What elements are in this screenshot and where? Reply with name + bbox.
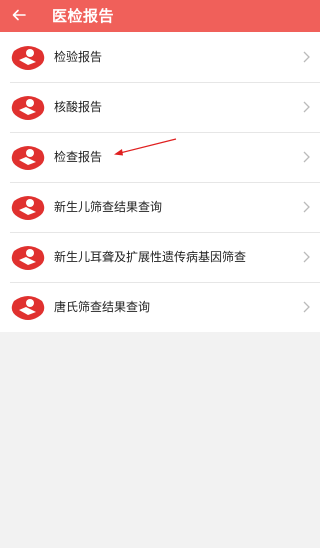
chevron-right-icon — [303, 151, 310, 163]
hospital-logo-icon — [11, 96, 45, 120]
report-list: 检验报告 核酸报告 检查报告 新生儿筛查结果查询 新生儿耳聋及扩展性遗传病基因筛… — [0, 32, 320, 332]
hospital-logo-icon — [11, 196, 45, 220]
hospital-logo-icon — [11, 46, 45, 70]
hospital-logo-icon — [11, 246, 45, 270]
chevron-right-icon — [303, 51, 310, 63]
chevron-right-icon — [303, 301, 310, 313]
page-title: 医检报告 — [52, 7, 115, 25]
list-item-exam-report[interactable]: 检查报告 — [0, 132, 320, 182]
list-item-newborn-screening[interactable]: 新生儿筛查结果查询 — [0, 182, 320, 232]
top-bar: 医检报告 — [0, 0, 320, 32]
app-screen: 医检报告 检验报告 核酸报告 检查报告 新生儿筛查结果查询 新生儿耳聋及扩展性遗… — [0, 0, 320, 548]
list-item-label: 新生儿耳聋及扩展性遗传病基因筛查 — [54, 250, 247, 264]
list-item-down-syndrome-screening[interactable]: 唐氏筛查结果查询 — [0, 282, 320, 332]
back-button[interactable] — [6, 2, 32, 28]
arrow-left-icon — [12, 9, 26, 21]
chevron-right-icon — [303, 101, 310, 113]
list-item-label: 检验报告 — [54, 50, 103, 64]
list-item-label: 新生儿筛查结果查询 — [54, 200, 163, 214]
list-item-lab-report[interactable]: 检验报告 — [0, 32, 320, 82]
list-item-label: 检查报告 — [54, 150, 103, 164]
hospital-logo-icon — [11, 296, 45, 320]
chevron-right-icon — [303, 201, 310, 213]
list-item-label: 核酸报告 — [54, 100, 103, 114]
hospital-logo-icon — [11, 146, 45, 170]
list-item-nucleic-acid-report[interactable]: 核酸报告 — [0, 82, 320, 132]
list-item-label: 唐氏筛查结果查询 — [54, 300, 151, 314]
list-item-newborn-deafness-gene-screening[interactable]: 新生儿耳聋及扩展性遗传病基因筛查 — [0, 232, 320, 282]
chevron-right-icon — [303, 251, 310, 263]
